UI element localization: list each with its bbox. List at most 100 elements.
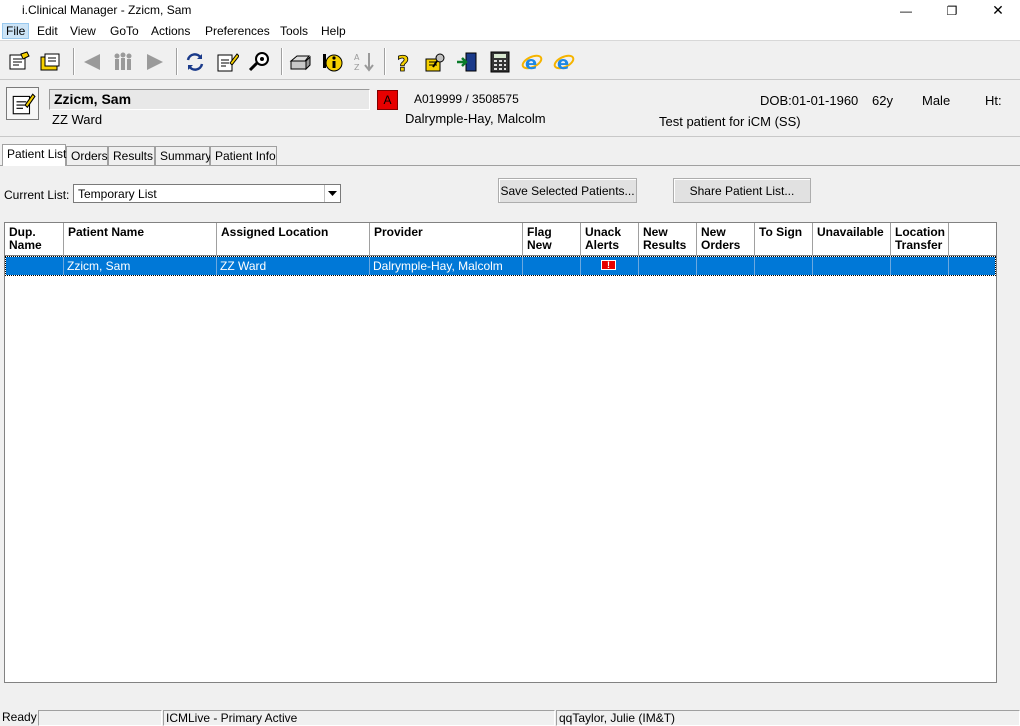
cell-unack-alerts: !: [581, 257, 639, 275]
allergy-alert-badge[interactable]: A: [377, 90, 398, 110]
column-header-dup-name[interactable]: Dup. Name: [5, 223, 64, 256]
menu-file[interactable]: File: [2, 23, 30, 39]
tab-orders[interactable]: Orders: [66, 146, 108, 165]
edit-note-button[interactable]: [213, 48, 241, 75]
patient-list-icon: [9, 50, 30, 69]
title-bar: i.Clinical Manager - Zzicm, Sam — ❐ ✕: [0, 0, 1020, 21]
edit-note-icon: [12, 92, 36, 114]
cell-provider: Dalrymple-Hay, Malcolm: [370, 257, 523, 275]
restore-icon: ❐: [946, 3, 958, 18]
menu-tools[interactable]: Tools: [276, 23, 312, 39]
table-header: Dup. Name Patient Name Assigned Location …: [5, 223, 996, 256]
patient-name: Zzicm, Sam: [49, 89, 370, 110]
minimize-button[interactable]: —: [884, 0, 928, 21]
column-header-provider[interactable]: Provider: [370, 223, 523, 256]
cell-dup-name: [6, 257, 64, 275]
cell-unavailable: [813, 257, 891, 275]
close-icon: ✕: [992, 2, 1004, 18]
current-list-select[interactable]: Temporary List: [73, 184, 341, 203]
column-header-new-orders[interactable]: New Orders: [697, 223, 755, 256]
patient-ward: ZZ Ward: [52, 112, 103, 127]
cell-new-orders: [697, 257, 755, 275]
tab-patient-info[interactable]: Patient Info: [210, 146, 277, 165]
patient-edit-button[interactable]: [6, 87, 39, 120]
unack-alert-icon[interactable]: !: [601, 260, 616, 270]
table-row[interactable]: Zzicm, Sam ZZ Ward Dalrymple-Hay, Malcol…: [5, 256, 996, 276]
back-arrow-icon: [84, 53, 100, 70]
tab-summary[interactable]: Summary: [155, 146, 211, 165]
internet-explorer-icon: e: [521, 53, 543, 73]
patient-list-button[interactable]: [5, 48, 33, 75]
back-button[interactable]: [78, 48, 106, 75]
forward-arrow-icon: [147, 53, 163, 70]
menu-edit[interactable]: Edit: [33, 23, 62, 39]
search-patient-button[interactable]: [245, 48, 273, 75]
cell-flag-new: [523, 257, 581, 275]
save-selected-patients-button[interactable]: Save Selected Patients...: [498, 178, 637, 203]
patient-dob: DOB:01-01-1960: [760, 93, 859, 108]
status-state: Ready: [2, 710, 37, 724]
menu-bar: File Edit View GoTo Actions Preferences …: [0, 21, 1020, 41]
patient-list-table[interactable]: Dup. Name Patient Name Assigned Location …: [4, 222, 997, 683]
internet-explorer-button[interactable]: e: [518, 48, 546, 75]
share-patient-list-button[interactable]: Share Patient List...: [673, 178, 811, 203]
info-button[interactable]: [318, 48, 346, 75]
sort-button[interactable]: AZ: [350, 48, 378, 75]
exit-icon: [457, 52, 477, 71]
patient-sex: Male: [922, 93, 951, 108]
column-header-flag-new[interactable]: Flag New: [523, 223, 581, 256]
column-header-unack-alerts[interactable]: Unack Alerts: [581, 223, 639, 256]
svg-text:e: e: [525, 53, 537, 73]
column-header-unavailable[interactable]: Unavailable: [813, 223, 891, 256]
open-chart-icon: [40, 53, 60, 70]
minimize-icon: —: [900, 3, 912, 18]
cell-assigned-location: ZZ Ward: [217, 257, 370, 275]
internet-explorer-2-button[interactable]: e: [550, 48, 578, 75]
calculator-button[interactable]: [486, 48, 514, 75]
column-header-new-results[interactable]: New Results: [639, 223, 697, 256]
patient-provider: Dalrymple-Hay, Malcolm: [405, 111, 546, 126]
info-icon: [323, 53, 343, 71]
column-header-patient-name[interactable]: Patient Name: [64, 223, 217, 256]
column-header-location-transfer[interactable]: Location Transfer: [891, 223, 949, 256]
close-button[interactable]: ✕: [976, 0, 1020, 21]
status-pane-empty: [38, 710, 162, 726]
menu-actions[interactable]: Actions: [147, 23, 194, 39]
patient-identifiers: A019999 / 3508575: [414, 92, 519, 106]
svg-text:A: A: [354, 53, 360, 62]
edit-note-icon: [217, 52, 239, 71]
print-button[interactable]: [286, 48, 314, 75]
help-button[interactable]: ?: [389, 48, 417, 75]
status-user: qqTaylor, Julie (IM&T): [556, 710, 1020, 726]
refresh-button[interactable]: [181, 48, 209, 75]
menu-preferences[interactable]: Preferences: [201, 23, 274, 39]
tab-results[interactable]: Results: [108, 146, 155, 165]
search-patient-icon: [248, 51, 269, 71]
menu-view[interactable]: View: [66, 23, 100, 39]
maximize-button[interactable]: ❐: [930, 0, 974, 21]
patient-note: Test patient for iCM (SS): [659, 114, 801, 129]
cell-patient-name: Zzicm, Sam: [64, 257, 217, 275]
patient-age: 62y: [872, 93, 893, 108]
svg-text:Z: Z: [354, 63, 360, 72]
forward-button[interactable]: [141, 48, 169, 75]
exit-button[interactable]: [453, 48, 481, 75]
menu-goto[interactable]: GoTo: [106, 23, 143, 39]
toolbar: AZ ? e e: [0, 42, 1020, 80]
chevron-down-icon[interactable]: [324, 185, 340, 202]
patient-height-label: Ht:: [985, 93, 1002, 108]
tab-patient-list[interactable]: Patient List: [2, 144, 66, 166]
sort-az-icon: AZ: [354, 52, 374, 72]
menu-help[interactable]: Help: [317, 23, 350, 39]
settings-button[interactable]: [421, 48, 449, 75]
cell-new-results: [639, 257, 697, 275]
people-button[interactable]: [109, 48, 137, 75]
status-system: ICMLive - Primary Active: [163, 710, 555, 726]
open-chart-button[interactable]: [37, 48, 65, 75]
calculator-icon: [490, 51, 510, 72]
column-header-assigned-location[interactable]: Assigned Location: [217, 223, 370, 256]
column-header-to-sign[interactable]: To Sign: [755, 223, 813, 256]
cell-to-sign: [755, 257, 813, 275]
status-bar: Ready ICMLive - Primary Active qqTaylor,…: [0, 709, 1020, 726]
cell-location-transfer: [891, 257, 949, 275]
